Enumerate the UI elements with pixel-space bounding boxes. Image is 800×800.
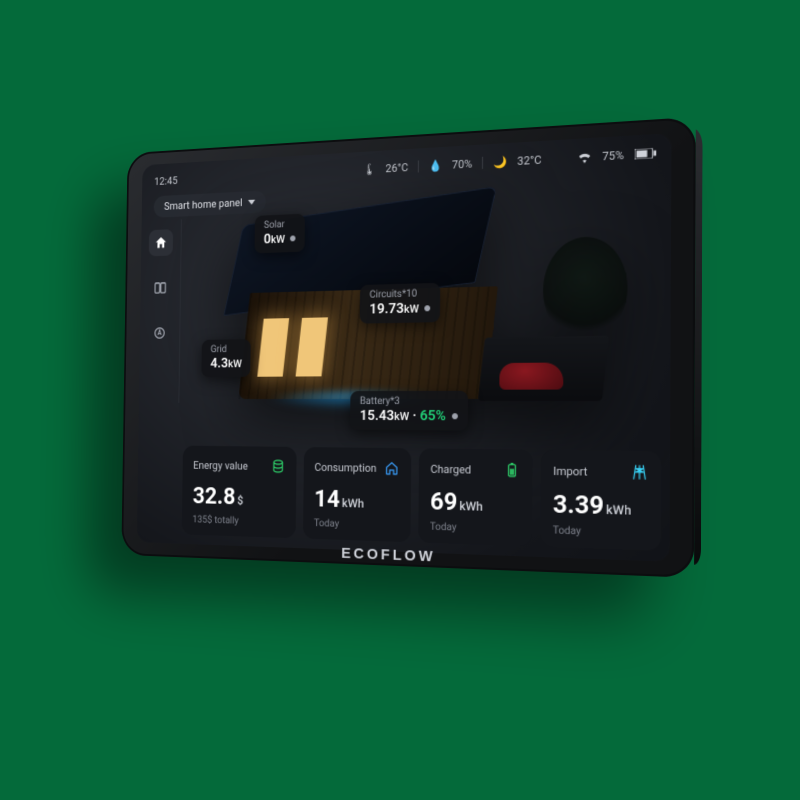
moon-icon: 🌙	[493, 155, 507, 169]
card-title: Consumption	[314, 460, 376, 474]
outdoor-temp: 32°C	[517, 153, 541, 168]
indoor-temp: 26°C	[385, 161, 408, 175]
humidity: 70%	[452, 157, 472, 171]
home-icon	[384, 460, 400, 476]
node-grid-label: Grid	[211, 345, 243, 355]
node-battery[interactable]: Battery*3 15.43kW · 65%	[350, 391, 468, 431]
panel-selector-label: Smart home panel	[164, 196, 243, 212]
node-circuits-label: Circuits*10	[369, 289, 430, 301]
nav-home[interactable]	[149, 229, 173, 256]
metric-cards: Energy value 32.8$ 135$ totally Consumpt…	[182, 446, 662, 551]
tablet-device: 12:45 🌡 26°C 💧 70% 🌙 32°C	[121, 117, 695, 578]
node-battery-label: Battery*3	[360, 397, 458, 407]
card-sub: 135$ totally	[192, 515, 284, 528]
side-nav	[145, 229, 176, 346]
thermometer-icon: 🌡	[363, 162, 376, 176]
card-sub: Today	[430, 522, 520, 536]
card-charged[interactable]: Charged 69kWh Today	[418, 448, 533, 546]
card-energy-value[interactable]: Energy value 32.8$ 135$ totally	[182, 446, 297, 539]
card-sub: Today	[314, 518, 399, 532]
droplet-icon: 💧	[429, 159, 443, 173]
card-title: Charged	[430, 462, 471, 476]
wifi-icon	[577, 150, 592, 163]
pylon-icon	[631, 464, 648, 481]
card-consumption[interactable]: Consumption 14kWh Today	[303, 447, 411, 542]
chevron-down-icon	[248, 200, 255, 205]
card-sub: Today	[553, 525, 648, 540]
node-circuits[interactable]: Circuits*10 19.73kW	[360, 283, 441, 324]
nav-auto[interactable]	[147, 320, 171, 347]
screen: 12:45 🌡 26°C 💧 70% 🌙 32°C	[137, 133, 672, 562]
node-grid[interactable]: Grid 4.3kW	[201, 339, 251, 377]
device-battery: 75%	[602, 148, 624, 163]
nav-panels[interactable]	[148, 274, 172, 301]
node-solar[interactable]: Solar 0kW	[255, 214, 306, 254]
car-icon	[499, 362, 563, 389]
card-title: Import	[553, 464, 587, 478]
card-title: Energy value	[193, 459, 248, 472]
node-solar-label: Solar	[264, 220, 296, 231]
card-import[interactable]: Import 3.39kWh Today	[540, 450, 661, 551]
battery-icon	[504, 462, 520, 479]
coin-stack-icon	[270, 458, 285, 474]
clock: 12:45	[154, 174, 178, 188]
battery-icon	[635, 148, 657, 160]
